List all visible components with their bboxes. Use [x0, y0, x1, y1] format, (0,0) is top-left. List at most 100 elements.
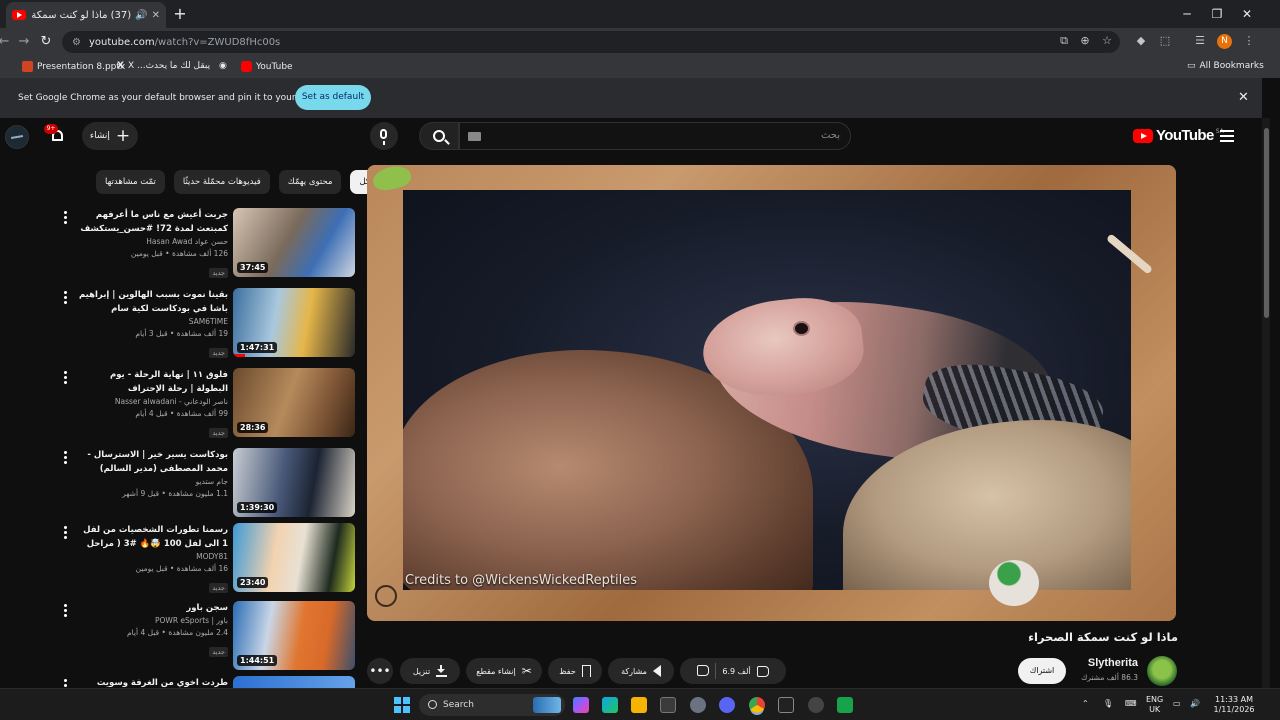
menu-dots-icon[interactable]: ⋮ — [1240, 32, 1258, 50]
channel-name[interactable]: جام ستديو — [76, 476, 228, 488]
video-title[interactable]: رسمنا تطورات الشخصيات من لفل 1 الى لفل 1… — [76, 523, 228, 551]
voice-search-button[interactable] — [370, 122, 398, 150]
more-options-icon[interactable] — [62, 678, 68, 688]
keyboard-tray-icon[interactable]: ⌨ — [1125, 699, 1137, 709]
cast-icon[interactable]: ⧉ — [1055, 32, 1073, 50]
account-avatar[interactable] — [5, 125, 29, 149]
more-options-icon[interactable] — [62, 290, 68, 306]
share-button[interactable]: مشاركة — [608, 658, 674, 684]
hamburger-menu-icon[interactable] — [1220, 130, 1234, 145]
video-thumbnail[interactable]: 1:44:51 — [233, 601, 355, 670]
list-item[interactable]: طردت اخوي من الغرفة وسويت غرفة — [60, 674, 358, 688]
chip-watched[interactable]: تمّت مشاهدتها — [96, 170, 165, 194]
video-title[interactable]: بودكاست يسير خير | الاسترسال - محمد المص… — [76, 448, 228, 476]
channel-name[interactable]: حسن عواد Hasan Awad — [76, 236, 228, 248]
list-item[interactable]: 23:40 رسمنا تطورات الشخصيات من لفل 1 الى… — [60, 521, 358, 593]
extensions-puzzle-icon[interactable]: ⬚ — [1156, 32, 1174, 50]
reading-list-icon[interactable]: ☰ — [1191, 32, 1209, 50]
subscribe-button[interactable]: اشتراك — [1018, 658, 1066, 684]
all-bookmarks-button[interactable]: ▭ All Bookmarks — [1187, 61, 1264, 71]
language-indicator[interactable]: ENG UK — [1146, 695, 1163, 715]
video-player[interactable]: Credits to @WickensWickedReptiles — [367, 165, 1176, 621]
store-icon[interactable] — [660, 697, 676, 713]
save-button[interactable]: حفظ — [548, 658, 602, 684]
download-button[interactable]: تنزيل — [400, 658, 460, 684]
video-thumbnail[interactable]: 23:40 — [233, 523, 355, 592]
microphone-tray-icon[interactable]: 🎙 — [1103, 699, 1113, 709]
more-options-icon[interactable] — [62, 370, 68, 386]
list-item[interactable]: 1:39:30 بودكاست يسير خير | الاسترسال - م… — [60, 446, 358, 518]
close-tab-icon[interactable]: ✕ — [152, 10, 160, 21]
list-item[interactable]: 28:36 فلوق ١١ | نهاية الرحلة - يوم البطو… — [60, 366, 358, 438]
video-title[interactable]: طردت اخوي من الغرفة وسويت غرفة — [76, 676, 228, 688]
taskbar-search[interactable]: Search — [419, 694, 565, 716]
network-icon[interactable]: ▭ — [1173, 699, 1181, 709]
chip-for-you[interactable]: محتوى يهمّك — [278, 170, 342, 194]
tray-overflow-icon[interactable]: ⌃ — [1082, 699, 1089, 709]
clip-button[interactable]: إنشاء مقطع ✂ — [466, 658, 542, 684]
video-thumbnail[interactable]: 37:45 — [233, 208, 355, 277]
keyboard-icon[interactable] — [468, 132, 481, 141]
back-button[interactable]: ← — [0, 32, 14, 52]
bookmark-item[interactable]: ◉ — [219, 61, 227, 71]
dislike-button[interactable] — [697, 664, 710, 678]
video-thumbnail[interactable]: 1:47:31 — [233, 288, 355, 357]
epic-games-icon[interactable] — [778, 697, 794, 713]
clock[interactable]: 11:33 AM 1/11/2026 — [1210, 695, 1258, 715]
channel-name[interactable]: باور | POWR eSports — [76, 615, 228, 627]
notifications-bell-icon[interactable]: 9+ — [44, 124, 64, 143]
file-explorer-icon[interactable] — [631, 697, 647, 713]
video-thumbnail[interactable] — [233, 676, 355, 688]
maximize-button[interactable]: ❐ — [1202, 4, 1232, 24]
video-title[interactable]: سجن باور — [76, 601, 228, 615]
windows-start-icon[interactable] — [394, 697, 410, 713]
reload-button[interactable]: ↻ — [36, 32, 56, 52]
copilot-icon[interactable] — [573, 697, 589, 713]
channel-name[interactable]: ناصر الودعاني - Nasser alwadani — [76, 396, 228, 408]
more-options-icon[interactable] — [62, 450, 68, 466]
search-button[interactable] — [419, 122, 459, 150]
video-title[interactable]: فلوق ١١ | نهاية الرحلة - يوم البطولة | ر… — [76, 368, 228, 396]
close-window-button[interactable]: ✕ — [1232, 4, 1262, 24]
bookmark-star-icon[interactable]: ☆ — [1098, 32, 1116, 50]
more-options-icon[interactable] — [62, 210, 68, 226]
address-bar[interactable]: ⚙ youtube.com /watch?v=ZWUD8fHc00s — [62, 31, 1120, 53]
discord-icon[interactable] — [719, 697, 735, 713]
minimize-button[interactable]: ─ — [1172, 4, 1202, 24]
zoom-icon[interactable]: ⊕ — [1076, 32, 1094, 50]
extension-icon[interactable]: ◆ — [1132, 32, 1150, 50]
app-icon[interactable] — [808, 697, 824, 713]
bookmark-item[interactable]: YouTube — [241, 61, 293, 72]
bookmark-item[interactable]: Presentation 8.pptx — [22, 61, 125, 72]
list-item[interactable]: 37:45 جربت أعيش مع ناس ما أعرفهم كمبتعث … — [60, 206, 358, 278]
app-icon[interactable] — [837, 697, 853, 713]
set-as-default-button[interactable]: Set as default — [295, 85, 371, 110]
forward-button[interactable]: → — [14, 32, 34, 52]
chip-recently-uploaded[interactable]: فيديوهات محمّلة حديثًا — [173, 170, 270, 194]
youtube-logo[interactable]: YouTube SA — [1133, 127, 1224, 144]
more-actions-button[interactable]: ••• — [367, 658, 393, 684]
new-tab-button[interactable]: + — [170, 4, 190, 24]
profile-avatar[interactable]: N — [1217, 34, 1232, 49]
close-infobar-icon[interactable]: ✕ — [1238, 90, 1249, 105]
site-info-icon[interactable]: ⚙ — [72, 37, 81, 48]
search-input[interactable]: بحث — [459, 122, 851, 150]
more-options-icon[interactable] — [62, 603, 68, 619]
edge-icon[interactable] — [602, 697, 618, 713]
channel-name[interactable]: SAM6TIME — [76, 316, 228, 328]
channel-avatar[interactable] — [1147, 656, 1177, 686]
like-count[interactable]: 6.9 ألف — [722, 667, 750, 676]
speaker-icon[interactable]: 🔊 — [135, 10, 147, 21]
video-thumbnail[interactable]: 1:39:30 — [233, 448, 355, 517]
page-scrollbar-thumb[interactable] — [1264, 128, 1269, 318]
create-button[interactable]: إنشاء + — [82, 122, 138, 150]
video-title[interactable]: جربت أعيش مع ناس ما أعرفهم كمبتعث لمدة 7… — [76, 208, 228, 236]
list-item[interactable]: 1:47:31 بقينا نموت بسبب الهالوين | إبراه… — [60, 286, 358, 358]
chrome-icon[interactable] — [749, 697, 765, 713]
volume-icon[interactable]: 🔊 — [1190, 699, 1200, 709]
bookmark-item[interactable]: X X ...يبقل لك ما يحدث — [117, 61, 210, 71]
more-options-icon[interactable] — [62, 525, 68, 541]
browser-tab-youtube[interactable]: (37) ماذا لو كنت سمكة الصحراء 🔊 ✕ — [6, 2, 166, 28]
list-item[interactable]: 1:44:51 سجن باور باور | POWR eSports 2.4… — [60, 599, 358, 671]
thumbs-up-icon[interactable] — [756, 665, 769, 677]
